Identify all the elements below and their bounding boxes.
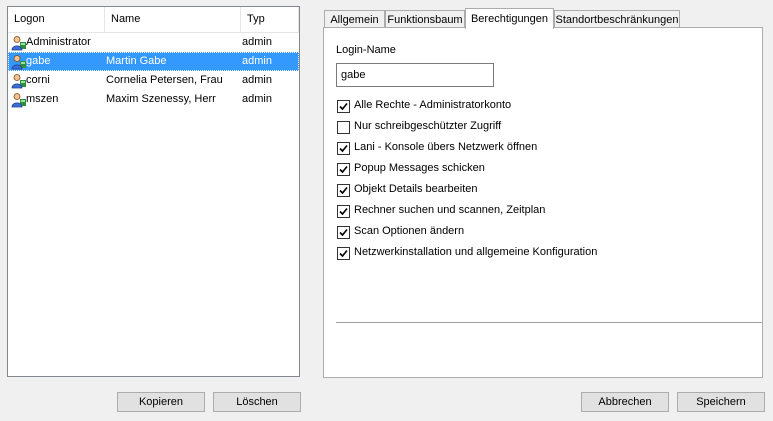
cell-name [106,33,240,52]
checkbox-label: Rechner suchen und scannen, Zeitplan [354,204,546,216]
save-button[interactable]: Speichern [677,392,765,412]
table-row[interactable]: mszen Maxim Szenessy, Herr admin [8,90,299,109]
cell-logon: Administrator [26,36,91,48]
cell-name: Martin Gabe [106,55,167,67]
delete-button[interactable]: Löschen [213,392,301,412]
column-header-typ[interactable]: Typ [241,7,299,32]
table-row[interactable]: gabe Martin Gabe admin [8,52,299,71]
checkbox[interactable] [337,226,350,239]
checkbox-label: Nur schreibgeschützter Zugriff [354,120,502,132]
permissions-tab-page: Login-Name gabe Alle Rechte - Administra… [323,27,763,378]
user-icon [11,35,27,51]
login-name-label: Login-Name [336,44,396,56]
users-list[interactable]: Logon Name Typ Administrator admin gabe Mar… [7,6,300,377]
column-header-logon[interactable]: Logon [8,7,105,32]
user-icon [11,73,27,89]
table-row[interactable]: corni Cornelia Petersen, Frau admin [8,71,299,90]
checkbox-label: Popup Messages schicken [354,162,485,174]
checkbox-label: Alle Rechte - Administratorkonto [354,99,512,111]
cell-logon: gabe [26,55,51,67]
checkbox-label: Objekt Details bearbeiten [354,183,478,195]
cell-logon: mszen [26,93,59,105]
checkbox[interactable] [337,184,350,197]
column-header-name[interactable]: Name [105,7,241,32]
table-row[interactable]: Administrator admin [8,33,299,52]
tab-berechtigungen[interactable]: Berechtigungen [465,8,554,29]
checkbox[interactable] [337,163,350,176]
user-icon [11,92,27,108]
user-icon [11,54,27,70]
checkbox-label: Scan Optionen ändern [354,225,465,237]
cell-typ: admin [242,55,272,67]
cell-typ: admin [242,93,272,105]
copy-button[interactable]: Kopieren [117,392,205,412]
checkbox[interactable] [337,142,350,155]
checkbox[interactable] [337,100,350,113]
tab-funktionsbaum[interactable]: Funktionsbaum [385,10,465,28]
cancel-button[interactable]: Abbrechen [581,392,669,412]
checkbox[interactable] [337,247,350,260]
cell-name: Maxim Szenessy, Herr [106,93,216,105]
cell-name: Cornelia Petersen, Frau [106,74,223,86]
checkbox[interactable] [337,121,350,134]
checkbox-label: Netzwerkinstallation und allgemeine Konf… [354,246,598,258]
users-list-rows: Administrator admin gabe Martin Gabe admin co… [8,33,299,109]
cell-typ: admin [242,74,272,86]
checkbox-label: Lani - Konsole übers Netzwerk öffnen [354,141,538,153]
users-list-header: Logon Name Typ [8,7,299,33]
divider [336,322,762,323]
tab-allgemein[interactable]: Allgemein [324,10,385,28]
tab-standortbeschraenkungen[interactable]: Standortbeschränkungen [554,10,680,28]
checkbox[interactable] [337,205,350,218]
cell-logon: corni [26,74,50,86]
login-name-input[interactable]: gabe [336,63,494,87]
cell-typ: admin [242,36,272,48]
